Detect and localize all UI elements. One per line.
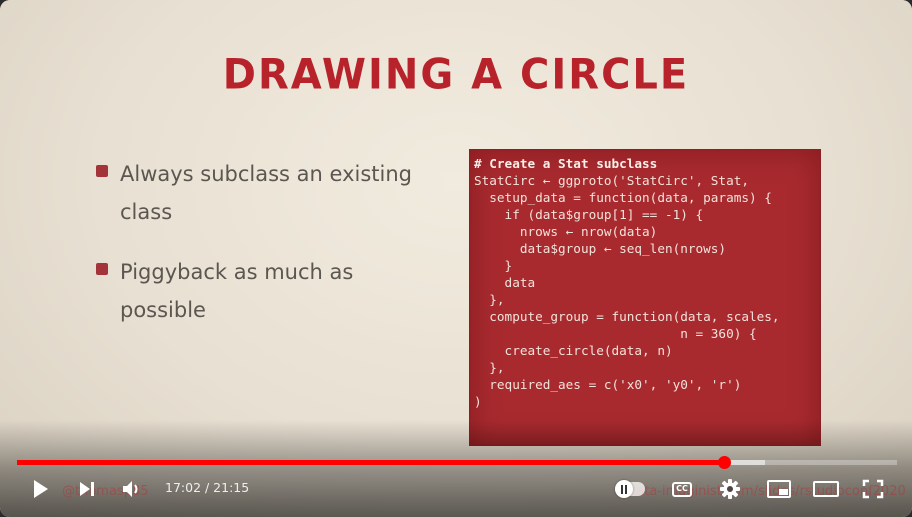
slide-title: DRAWING A CIRCLE <box>222 50 690 100</box>
bullet-marker <box>96 165 108 177</box>
bullet-text: Piggyback as much as possible <box>120 260 354 322</box>
code-line: data$group ← seq_len(nrows) <box>474 241 727 256</box>
code-line: required_aes = c('x0', 'y0', 'r') <box>474 377 742 392</box>
code-line: create_circle(data, n) <box>474 343 673 358</box>
volume-icon <box>123 481 138 497</box>
code-line: nrows ← nrow(data) <box>474 224 658 239</box>
bullet-text: Always subclass an existing class <box>120 162 412 224</box>
time-display: 17:02 / 21:15 <box>165 480 250 495</box>
settings-button[interactable] <box>718 476 742 502</box>
play-icon <box>34 480 48 498</box>
code-line: }, <box>474 292 505 307</box>
captions-icon: CC <box>672 481 692 497</box>
code-comment-line: # Create a Stat subclass <box>474 156 658 171</box>
code-line: StatCirc ← ggproto('StatCirc', Stat, <box>474 173 749 188</box>
captions-button[interactable]: CC <box>670 476 694 502</box>
progress-played <box>17 460 724 465</box>
autoplay-toggle[interactable] <box>612 476 648 502</box>
theater-icon <box>813 481 839 497</box>
code-block: # Create a Stat subclass StatCirc ← ggpr… <box>469 149 821 446</box>
bullet-list: Always subclass an existing class Piggyb… <box>96 155 436 351</box>
progress-scrubber-handle[interactable] <box>717 456 731 469</box>
next-button[interactable] <box>76 476 98 502</box>
video-player[interactable]: DRAWING A CIRCLE Always subclass an exis… <box>0 0 912 517</box>
controls-gradient <box>0 420 912 517</box>
theater-mode-button[interactable] <box>812 476 840 502</box>
miniplayer-button[interactable] <box>766 476 792 502</box>
mute-button[interactable] <box>120 476 144 502</box>
bullet-marker <box>96 263 108 275</box>
miniplayer-icon <box>767 480 791 498</box>
code-line: compute_group = function(data, scales, <box>474 309 780 324</box>
progress-bar[interactable] <box>17 456 897 469</box>
code-line: setup_data = function(data, params) { <box>474 190 772 205</box>
code-line: if (data$group[1] == -1) { <box>474 207 704 222</box>
code-line: data <box>474 275 536 290</box>
code-line: } <box>474 258 513 273</box>
fullscreen-button[interactable] <box>861 476 885 502</box>
code-line: }, <box>474 360 505 375</box>
bullet-item: Always subclass an existing class <box>96 155 436 231</box>
bullet-item: Piggyback as much as possible <box>96 253 436 329</box>
code-line: ) <box>474 394 482 409</box>
code-line: n = 360) { <box>474 326 757 341</box>
autoplay-toggle-icon <box>615 480 645 498</box>
play-button[interactable] <box>30 476 52 502</box>
settings-icon <box>720 479 740 499</box>
pause-icon <box>615 480 633 498</box>
fullscreen-icon <box>862 479 884 499</box>
next-icon <box>80 482 94 496</box>
